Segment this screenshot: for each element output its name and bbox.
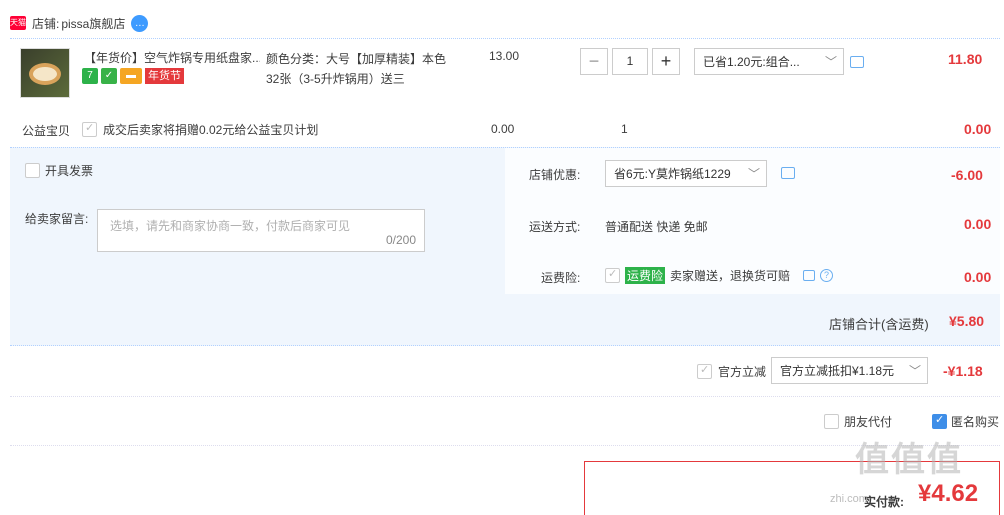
shipping-value: 普通配送 快递 免邮 (605, 220, 708, 234)
comment-icon[interactable] (850, 56, 864, 68)
sku-line-2: 32张（3-5升炸锅用）送三 (266, 72, 405, 86)
product-tags: 7 ✓ ▬ 年货节 (82, 68, 184, 84)
seller-message-textarea[interactable]: 选填，请先和商家协商一致，付款后商家可见 0/200 (97, 209, 425, 252)
comment-icon[interactable] (803, 270, 816, 281)
official-discount-checkbox (697, 363, 712, 379)
anonymous-checkbox[interactable] (932, 413, 947, 429)
site-watermark: 值值值 (855, 441, 963, 479)
product-title-link[interactable]: 【年货价】空气炸锅专用纸盘家... (84, 49, 260, 66)
message-counter: 0/200 (385, 233, 416, 247)
watermark-url: zhi.com (830, 493, 868, 505)
item-subtotal: 11.80 (948, 51, 983, 67)
charity-option: 成交后卖家将捐赠0.02元给公益宝贝计划 (82, 121, 318, 138)
card-icon: ▬ (120, 68, 142, 84)
invoice-checkbox[interactable] (25, 163, 40, 178)
festival-tag: 年货节 (145, 68, 184, 84)
insurance-label: 运费险: (541, 271, 581, 285)
decrease-qty-button[interactable]: − (580, 48, 608, 75)
comment-icon[interactable] (781, 167, 795, 179)
charity-text: 成交后卖家将捐赠0.02元给公益宝贝计划 (103, 123, 319, 137)
unit-price: 13.00 (489, 49, 520, 63)
chevron-down-icon: ﹀ (908, 364, 921, 378)
sku-info: 颜色分类：大号【加厚精装】本色 32张（3-5升炸锅用）送三 (266, 49, 446, 89)
charity-price: 0.00 (491, 122, 515, 136)
payment-amount: ¥4.62 (918, 480, 979, 507)
store-discount-label: 店铺优惠: (529, 168, 581, 182)
help-icon[interactable]: ? (820, 269, 834, 282)
official-discount-amount: -¥1.18 (943, 363, 983, 379)
store-total-label: 店铺合计(含运费) (829, 317, 929, 332)
invoice-option[interactable]: 开具发票 (25, 162, 93, 179)
chevron-down-icon: ﹀ (747, 167, 760, 181)
quantity-input[interactable]: 1 (612, 48, 648, 75)
shipping-label: 运送方式: (529, 220, 581, 234)
chevron-down-icon: ﹀ (824, 55, 837, 69)
charity-checkbox (82, 121, 97, 137)
invoice-label: 开具发票 (45, 164, 94, 178)
message-placeholder: 选填，请先和商家协商一致，付款后商家可见 (110, 219, 351, 233)
seven-day-return-icon: 7 (82, 68, 98, 84)
store-discount-amount: -6.00 (951, 167, 983, 183)
friend-pay-option[interactable]: 朋友代付 (824, 413, 892, 430)
sku-line-1: 颜色分类：大号【加厚精装】本色 (266, 52, 447, 66)
message-label: 给卖家留言: (25, 212, 89, 226)
product-thumbnail[interactable] (20, 48, 70, 98)
charity-qty: 1 (621, 122, 628, 136)
store-header: 天猫 店铺: pissa旗舰店 … (10, 12, 149, 34)
payment-label: 实付款: (864, 495, 904, 509)
anonymous-label: 匿名购买 (951, 415, 1000, 429)
charity-subtotal: 0.00 (964, 121, 992, 137)
item-promo-select[interactable]: 已省1.20元:组合... ﹀ (694, 48, 844, 75)
store-label: 店铺: (32, 16, 60, 31)
insurance-amount: 0.00 (964, 269, 992, 285)
official-discount-select[interactable]: 官方立减抵扣¥1.18元 ﹀ (771, 357, 928, 384)
increase-qty-button[interactable]: + (652, 48, 680, 75)
item-promo-value: 已省1.20元:组合... (703, 55, 800, 69)
charity-label: 公益宝贝 (22, 124, 71, 138)
friend-pay-label: 朋友代付 (844, 415, 893, 429)
store-discount-value: 省6元:Y莫炸锅纸1229 (614, 167, 731, 181)
official-discount-label: 官方立减 (718, 365, 767, 379)
insurance-tag: 运费险 (625, 267, 666, 284)
insurance-option: 运费险 卖家赠送，退换货可赔 ? (605, 267, 834, 284)
store-discount-select[interactable]: 省6元:Y莫炸锅纸1229 ﹀ (605, 160, 767, 187)
official-discount-value: 官方立减抵扣¥1.18元 (780, 364, 895, 378)
anonymous-option[interactable]: 匿名购买 (932, 413, 999, 430)
chat-bubble-icon[interactable]: … (131, 14, 149, 32)
insurance-text: 卖家赠送，退换货可赔 (670, 269, 791, 283)
shipping-amount: 0.00 (964, 216, 992, 232)
insurance-checkbox (605, 267, 620, 283)
guarantee-icon: ✓ (101, 68, 117, 84)
store-total-amount: ¥5.80 (949, 313, 985, 329)
tmall-badge: 天猫 (10, 16, 26, 30)
friend-pay-checkbox[interactable] (824, 414, 839, 429)
quantity-stepper: − 1 + (580, 48, 680, 75)
store-name-link[interactable]: pissa旗舰店 (61, 15, 125, 32)
official-discount-option: 官方立减 (697, 363, 766, 380)
